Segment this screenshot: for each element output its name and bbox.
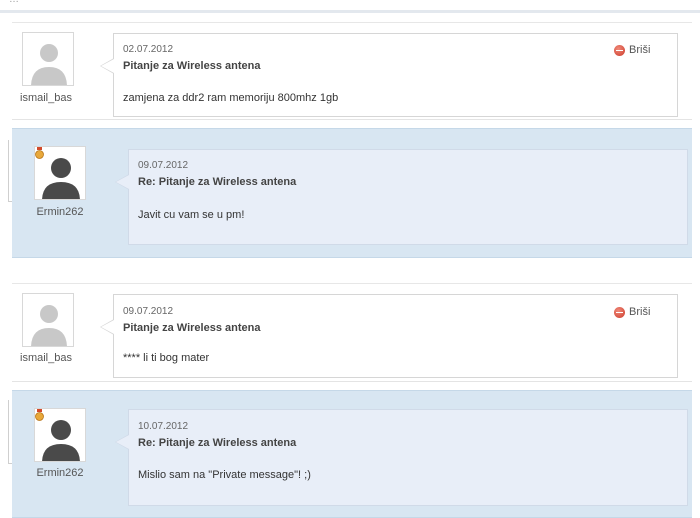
bubble-tail	[100, 58, 114, 74]
message-reply: Ermin262 10.07.2012 Re: Pitanje za Wirel…	[12, 390, 692, 518]
avatar[interactable]	[34, 146, 86, 200]
user-silhouette-icon	[31, 44, 67, 85]
message-sent: ismail_bas 02.07.2012 Pitanje za Wireles…	[12, 22, 692, 120]
username[interactable]: Ermin262	[20, 206, 100, 218]
message-subject: Re: Pitanje za Wireless antena	[138, 176, 297, 188]
header-partial-text: …	[9, 0, 19, 5]
message-reply: Ermin262 09.07.2012 Re: Pitanje za Wirel…	[12, 128, 692, 258]
avatar[interactable]	[34, 408, 86, 462]
user-rank-badge-icon	[35, 147, 44, 159]
bubble-tail	[115, 434, 129, 450]
message-subject: Pitanje za Wireless antena	[123, 60, 261, 72]
message-subject: Re: Pitanje za Wireless antena	[138, 437, 297, 449]
bubble-tail	[115, 174, 129, 190]
message-sent: ismail_bas 09.07.2012 Pitanje za Wireles…	[12, 283, 692, 382]
minus-circle-icon	[614, 306, 625, 318]
message-bubble: 10.07.2012 Re: Pitanje za Wireless anten…	[115, 409, 688, 506]
avatar[interactable]	[22, 293, 74, 347]
message-bubble: 09.07.2012 Pitanje za Wireless antena **…	[100, 294, 678, 378]
delete-label: Briši	[629, 306, 651, 318]
message-date: 09.07.2012	[138, 160, 189, 171]
bubble-tail	[100, 319, 114, 335]
message-bubble: 09.07.2012 Re: Pitanje za Wireless anten…	[115, 149, 688, 245]
message-body: **** li ti bog mater	[123, 352, 210, 364]
minus-circle-icon	[614, 44, 625, 56]
username[interactable]: ismail_bas	[6, 352, 86, 364]
delete-button[interactable]: Briši	[614, 44, 650, 56]
message-date: 02.07.2012	[123, 44, 174, 55]
message-body: Mislio sam na "Private message"! ;)	[138, 469, 311, 481]
message-bubble: 02.07.2012 Pitanje za Wireless antena za…	[100, 33, 678, 117]
top-divider: …	[0, 0, 700, 13]
message-date: 09.07.2012	[123, 306, 174, 317]
user-silhouette-icon	[31, 305, 67, 346]
avatar[interactable]	[22, 32, 74, 86]
message-date: 10.07.2012	[138, 421, 189, 432]
message-body: zamjena za ddr2 ram memoriju 800mhz 1gb	[123, 92, 339, 104]
delete-button[interactable]: Briši	[614, 306, 650, 318]
user-rank-badge-icon	[35, 409, 44, 421]
delete-label: Briši	[629, 44, 651, 56]
username[interactable]: Ermin262	[20, 467, 100, 479]
message-body: Javit cu vam se u pm!	[138, 209, 245, 221]
username[interactable]: ismail_bas	[6, 92, 86, 104]
message-subject: Pitanje za Wireless antena	[123, 322, 261, 334]
